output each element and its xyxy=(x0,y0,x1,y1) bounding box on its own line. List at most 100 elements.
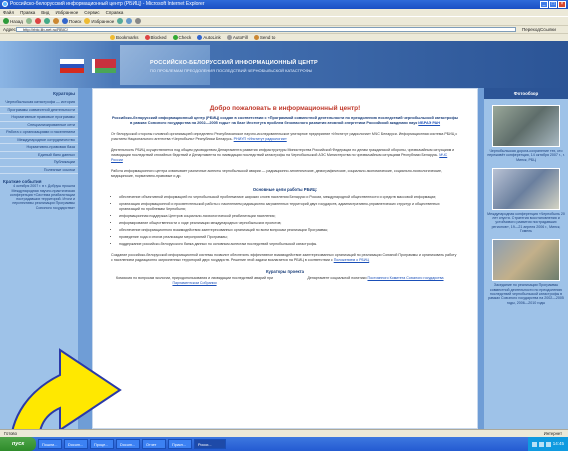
refresh-button[interactable] xyxy=(43,18,50,24)
regulation-link[interactable]: Положением о РБИЦ xyxy=(334,258,369,262)
nav-item-links[interactable]: Полезные ссылки xyxy=(0,167,78,174)
blocked-label: Blocked xyxy=(150,35,167,40)
tray-icon[interactable] xyxy=(545,441,551,447)
autofill-button[interactable]: AutoFill xyxy=(226,35,248,40)
intro-body: Российско-белорусский информационный цен… xyxy=(111,116,459,125)
taskbar-button-active[interactable]: Росси... xyxy=(194,439,226,449)
history-button[interactable] xyxy=(117,18,124,24)
search-label: Поиск xyxy=(68,18,82,24)
close-icon[interactable]: × xyxy=(558,1,566,8)
committee-link[interactable]: Постоянного Комитета Союзного государств… xyxy=(367,276,443,280)
taskbar-button[interactable]: Docum... xyxy=(64,439,88,449)
taskbar-button[interactable]: Прикл... xyxy=(168,439,192,449)
taskbar-button[interactable]: Отчет xyxy=(142,439,166,449)
bookmarks-button[interactable]: Bookmarks xyxy=(110,35,139,40)
photo-thumbnail[interactable] xyxy=(492,239,560,282)
curator-right: Департамент социальной политики Постоянн… xyxy=(292,276,459,286)
check-button[interactable]: Check xyxy=(172,35,192,40)
windows-taskbar: пуск Пошли... Docum... Проце... Docum...… xyxy=(0,437,568,451)
favorites-button[interactable]: Избранное xyxy=(84,18,114,24)
russia-flag-icon xyxy=(60,59,84,74)
taskbar-button[interactable]: Пошли... xyxy=(38,439,62,449)
home-button[interactable] xyxy=(52,18,59,24)
status-bar: Готово Интернет xyxy=(0,429,568,437)
forward-button[interactable] xyxy=(25,18,32,24)
left-nav: Кураторы Чернобыльская катастрофа — исто… xyxy=(0,88,78,174)
paragraph-1: От белорусской стороны головной организа… xyxy=(111,132,459,142)
ibrae-link[interactable]: ИБРАЭ РАН xyxy=(418,121,440,125)
autolink-button[interactable]: AutoLink xyxy=(197,35,221,40)
back-label: Назад xyxy=(10,18,23,24)
window-titlebar[interactable]: Российско-белорусский информационный цен… xyxy=(0,0,568,9)
photo-thumbnail[interactable] xyxy=(492,105,560,147)
mail-button[interactable] xyxy=(126,18,133,24)
photo-caption[interactable]: Международная конференция «Чернобыль 20 … xyxy=(484,212,568,233)
news-text[interactable]: 4 октября 2007 г. в г. Добруш прошла Меж… xyxy=(3,184,75,210)
nav-item-networks[interactable]: Специализированные сети xyxy=(0,122,78,129)
tray-icon[interactable] xyxy=(531,441,537,447)
news-block: Краткие события 4 октября 2007 г. в г. Д… xyxy=(0,178,78,212)
send-to-button[interactable]: Send to xyxy=(253,35,276,40)
nav-item-international[interactable]: Международное сотрудничество xyxy=(0,137,78,144)
back-button[interactable]: Назад xyxy=(3,18,23,24)
send-icon xyxy=(253,35,259,40)
minimize-icon[interactable]: _ xyxy=(540,1,548,8)
institute-link[interactable]: РНИУП «Институт радиологии» xyxy=(234,137,287,141)
block-icon xyxy=(144,35,150,40)
menu-file[interactable]: Файл xyxy=(3,9,14,16)
links-button[interactable]: Ссылки xyxy=(540,27,556,32)
goal-item: обеспечение объективной информацией по ч… xyxy=(119,195,459,200)
clock[interactable]: 14:45 xyxy=(553,437,564,451)
refresh-icon xyxy=(43,18,50,24)
address-input[interactable]: http://rbic.lib-net.ru/RBIC/ xyxy=(16,27,516,32)
photo-thumbnail[interactable] xyxy=(492,167,560,210)
nav-item-publications[interactable]: Публикации xyxy=(0,159,78,167)
send-to-label: Send to xyxy=(259,35,276,40)
status-text: Готово xyxy=(4,431,17,436)
parliament-link[interactable]: Парламентском Собрании xyxy=(172,281,216,285)
popup-blocked-button[interactable]: Blocked xyxy=(144,35,167,40)
menu-edit[interactable]: Правка xyxy=(20,9,35,16)
paragraph-4: Создание российско-белорусской информаци… xyxy=(111,253,459,263)
security-zone: Интернет xyxy=(543,431,562,436)
main-content: Добро пожаловать в информационный центр!… xyxy=(92,88,478,429)
photo-caption[interactable]: Чернобыльская дорога-сохранение тех, кто… xyxy=(484,149,568,162)
maximize-icon[interactable]: □ xyxy=(549,1,557,8)
history-icon xyxy=(117,18,124,24)
photo-caption[interactable]: Заседание по реализации Программы совмес… xyxy=(484,283,568,304)
stop-button[interactable] xyxy=(34,18,41,24)
print-button[interactable] xyxy=(135,18,142,24)
address-bar: Адрес http://rbic.lib-net.ru/RBIC/ Перех… xyxy=(0,25,568,33)
curator-left: Комиссия по вопросам экологии, природопо… xyxy=(111,276,278,286)
nav-item-databank[interactable]: Единый банк данных xyxy=(0,152,78,159)
goal-item: поддержание российско-белорусского банка… xyxy=(119,242,459,247)
belarus-flag-icon xyxy=(92,59,116,73)
goal-item: проведение хода и итогов реализации меро… xyxy=(119,235,459,240)
nav-item-organizations[interactable]: Работа с организациями и населением xyxy=(0,129,78,137)
autofill-icon xyxy=(226,35,232,40)
taskbar-button[interactable]: Docum... xyxy=(116,439,140,449)
check-label: Check xyxy=(178,35,192,40)
menu-view[interactable]: Вид xyxy=(41,9,49,16)
links-toolbar: Bookmarks Blocked Check AutoLink AutoFil… xyxy=(0,33,568,41)
start-button[interactable]: пуск xyxy=(0,437,36,451)
standard-toolbar: Назад Поиск Избранное xyxy=(0,16,568,25)
print-icon xyxy=(135,18,142,24)
goal-item: информационная поддержка Центров социаль… xyxy=(119,214,459,219)
nav-item-programs[interactable]: Программы совместной деятельности xyxy=(0,107,78,114)
search-button[interactable]: Поиск xyxy=(61,18,82,24)
nav-item-history[interactable]: Чернобыльская катастрофа — история xyxy=(0,99,78,107)
favorites-label: Избранное xyxy=(91,18,115,24)
nav-item-normative[interactable]: Нормативные правовые программы xyxy=(0,114,78,122)
tray-icon[interactable] xyxy=(538,441,544,447)
nav-heading[interactable]: Кураторы xyxy=(0,88,78,99)
menu-favorites[interactable]: Избранное xyxy=(55,9,78,16)
internet-explorer-icon xyxy=(2,1,8,7)
go-button[interactable]: Переход xyxy=(522,27,540,32)
menu-tools[interactable]: Сервис xyxy=(84,9,99,16)
taskbar-button[interactable]: Проце... xyxy=(90,439,114,449)
mail-icon xyxy=(126,18,133,24)
menu-help[interactable]: Справка xyxy=(106,9,124,16)
bookmarks-label: Bookmarks xyxy=(116,35,139,40)
nav-item-legal[interactable]: Нормативно-правовая база xyxy=(0,144,78,152)
